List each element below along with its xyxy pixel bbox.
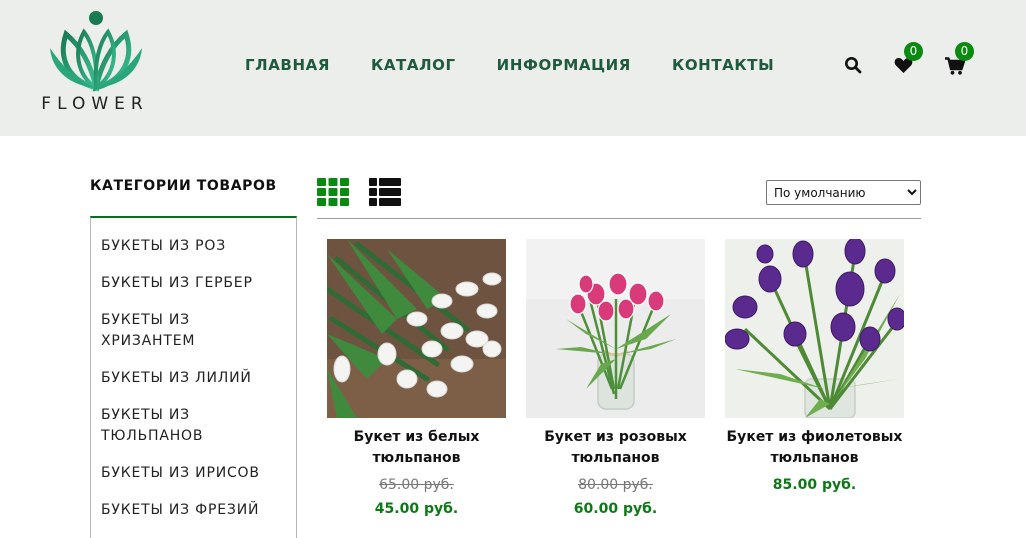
logo-text: FLOWER [41,94,149,114]
product-name[interactable]: Букет из фиолетовых тюльпанов [725,427,904,469]
nav-home[interactable]: ГЛАВНАЯ [245,56,330,74]
category-item-irises[interactable]: БУКЕТЫ ИЗ ИРИСОВ [101,463,286,484]
lotus-logo-icon [50,11,142,92]
product-card: Букет из розовых тюльпанов 80.00 руб. 60… [526,239,705,517]
category-item-lilies[interactable]: БУКЕТЫ ИЗ ЛИЛИЙ [101,368,286,389]
nav-contacts[interactable]: КОНТАКТЫ [672,56,774,74]
wishlist-button[interactable]: 0 [894,42,923,79]
category-item-chrysanthemums[interactable]: БУКЕТЫ ИЗ ХРИЗАНТЕМ [101,310,286,352]
wishlist-count-badge: 0 [904,42,923,61]
product-name[interactable]: Букет из белых тюльпанов [327,427,506,469]
product-image-white-tulips[interactable] [327,239,506,418]
product-price: 45.00 руб. [374,501,459,517]
product-card: Букет из белых тюльпанов 65.00 руб. 45.0… [327,239,506,517]
category-item-freesias[interactable]: БУКЕТЫ ИЗ ФРЕЗИЙ [101,500,286,521]
main-nav: ГЛАВНАЯ КАТАЛОГ ИНФОРМАЦИЯ КОНТАКТЫ [245,56,815,74]
list-view-button[interactable] [369,178,401,206]
product-image-pink-tulips[interactable] [526,239,705,418]
logo[interactable]: FLOWER [30,10,160,118]
product-card: Букет из фиолетовых тюльпанов 85.00 руб. [725,239,904,493]
site-header: FLOWER ГЛАВНАЯ КАТАЛОГ ИНФОРМАЦИЯ КОНТАК… [0,0,1026,136]
toolbar-divider [317,218,921,219]
nav-info[interactable]: ИНФОРМАЦИЯ [497,56,631,74]
cart-count-badge: 0 [955,42,974,61]
nav-catalog[interactable]: КАТАЛОГ [371,56,456,74]
grid-icon [317,178,349,206]
category-item-tulips[interactable]: БУКЕТЫ ИЗ ТЮЛЬПАНОВ [101,405,286,447]
grid-view-button[interactable] [317,178,349,206]
product-price: 60.00 руб. [573,501,658,517]
search-icon [845,57,862,74]
categories-title: КАТЕГОРИИ ТОВАРОВ [90,178,277,194]
list-icon [369,178,401,206]
sort-select[interactable]: По умолчанию [766,180,921,205]
category-item-gerberas[interactable]: БУКЕТЫ ИЗ ГЕРБЕР [101,273,286,294]
product-old-price: 65.00 руб. [379,477,454,493]
category-item-roses[interactable]: БУКЕТЫ ИЗ РОЗ [101,236,286,257]
product-image-purple-tulips[interactable] [725,239,904,418]
search-button[interactable] [844,56,866,78]
categories-list: БУКЕТЫ ИЗ РОЗ БУКЕТЫ ИЗ ГЕРБЕР БУКЕТЫ ИЗ… [90,216,297,538]
product-price: 85.00 руб. [772,477,857,493]
product-name[interactable]: Букет из розовых тюльпанов [526,427,705,469]
cart-button[interactable]: 0 [945,42,974,79]
product-old-price: 80.00 руб. [578,477,653,493]
